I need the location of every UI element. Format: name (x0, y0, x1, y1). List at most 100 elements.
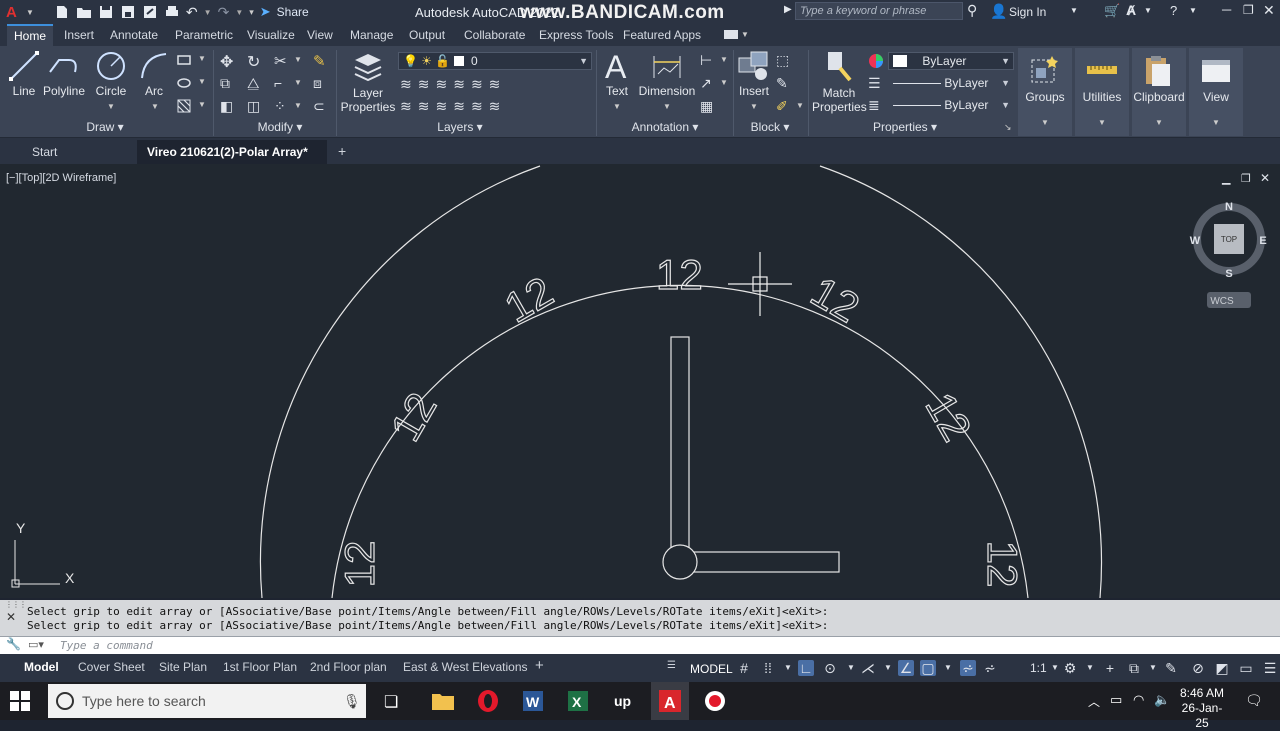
rotate-icon[interactable]: ↻ (247, 52, 263, 71)
help-dropdown-icon[interactable]: ▼ (1189, 6, 1197, 15)
color-dropdown[interactable]: ByLayer ▼ (888, 52, 1014, 70)
drawing-canvas[interactable]: [−][Top][2D Wireframe] ▁ ❐ ✕ 12 12 12 12… (0, 164, 1280, 598)
minimize-window-icon[interactable]: ─ (1222, 2, 1231, 17)
leader-icon[interactable]: ↗ (700, 75, 716, 91)
command-line[interactable]: 🔧 ▭▾ Type a command (0, 636, 1280, 654)
tab-parametric[interactable]: Parametric (168, 24, 240, 46)
taskbar-search-input[interactable]: Type here to search (48, 684, 366, 718)
hatch-icon[interactable] (176, 75, 192, 91)
layout-tab-1st-floor-plan[interactable]: 1st Floor Plan (216, 657, 304, 677)
tab-manage[interactable]: Manage (343, 24, 400, 46)
show-hidden-icons-icon[interactable]: ︿ (1088, 693, 1100, 710)
app-menu-chevron-icon[interactable]: ▼ (26, 8, 34, 17)
layer-tool-icon[interactable]: ≋ (400, 76, 412, 93)
layout-tab-cover-sheet[interactable]: Cover Sheet (71, 657, 152, 677)
model-space-button[interactable]: MODEL (690, 662, 733, 676)
wifi-icon[interactable]: ◠ (1133, 692, 1144, 708)
mirror-icon[interactable]: ⧋ (247, 75, 263, 91)
isodraft-icon[interactable]: ⋌ (860, 660, 876, 676)
ortho-icon[interactable]: ∟ (798, 660, 814, 676)
gradient-icon[interactable] (176, 98, 192, 114)
insert-dropdown-icon[interactable]: ▼ (750, 102, 758, 111)
search-icon[interactable]: ⚲ (967, 2, 977, 19)
object-snap-icon[interactable]: ▢ (920, 660, 936, 676)
network-status-icon[interactable]: ▭ (1110, 692, 1122, 708)
insert-block-button[interactable]: Insert (736, 50, 772, 98)
view-button[interactable]: View ▼ (1189, 48, 1243, 136)
workspace-dropdown-icon[interactable]: ▼ (1082, 660, 1098, 676)
polar-tracking-icon[interactable]: ⊙ (822, 660, 838, 676)
layout-tab-2nd-floor-plan[interactable]: 2nd Floor plan (303, 657, 394, 677)
snap-dropdown-icon[interactable]: ▼ (780, 660, 796, 676)
ribbon-toggle-icon[interactable] (724, 30, 738, 39)
sign-in-button[interactable]: Sign In (1009, 5, 1046, 19)
help-search-input[interactable]: Type a keyword or phrase (795, 2, 963, 20)
close-window-icon[interactable]: ✕ (1263, 2, 1275, 19)
tab-insert[interactable]: Insert (57, 24, 101, 46)
gradient-dropdown-icon[interactable]: ▼ (198, 100, 206, 109)
scale-icon[interactable]: ◫ (247, 98, 263, 114)
layer-tool-icon[interactable]: ≋ (489, 98, 501, 115)
line-button[interactable]: Line (6, 50, 42, 98)
lineweight-dropdown[interactable]: ByLayer ▼ (888, 74, 1014, 92)
draw-panel-label[interactable]: Draw ▾ (60, 120, 150, 136)
clipboard-button[interactable]: Clipboard ▼ (1132, 48, 1186, 136)
tab-view[interactable]: View (300, 24, 340, 46)
dimension-button[interactable]: Dimension (638, 50, 696, 98)
circle-button[interactable]: Circle (92, 50, 130, 98)
microphone-icon[interactable]: 🎙 (343, 693, 361, 710)
leader-dropdown-icon[interactable]: ▼ (720, 78, 728, 87)
microsoft-word-icon[interactable]: W (518, 686, 548, 716)
windows-start-icon[interactable] (10, 691, 30, 711)
fillet-icon[interactable]: ⌐ (274, 75, 290, 91)
a360-dropdown-icon[interactable]: ▼ (1144, 6, 1152, 15)
units-dropdown-icon[interactable]: ▼ (1145, 660, 1161, 676)
grid-icon[interactable]: # (736, 660, 752, 676)
tab-home[interactable]: Home (7, 24, 54, 46)
command-input[interactable]: Type a command (60, 639, 153, 652)
help-icon[interactable]: ? (1170, 3, 1177, 18)
fillet-dropdown-icon[interactable]: ▼ (294, 78, 302, 87)
layers-panel-label[interactable]: Layers ▾ (420, 120, 500, 136)
snap-icon[interactable]: ⁞⁞ (760, 660, 776, 676)
table-icon[interactable]: ▦ (700, 98, 716, 114)
linear-dimension-icon[interactable]: ⊢ (700, 52, 716, 68)
autocad-taskbar-button[interactable]: A (651, 682, 689, 720)
new-tab-icon[interactable]: + (338, 143, 346, 159)
customize-qat-icon[interactable]: ▾ (249, 7, 254, 18)
layer-tool-icon[interactable]: ≋ (435, 76, 447, 93)
tab-annotate[interactable]: Annotate (103, 24, 165, 46)
isodraft-dropdown-icon[interactable]: ▼ (880, 660, 896, 676)
layout-tabs-menu-icon[interactable]: ☰ (667, 660, 676, 671)
utilities-button[interactable]: Utilities ▼ (1075, 48, 1129, 136)
save-icon[interactable] (98, 5, 114, 19)
plot-icon[interactable] (164, 5, 180, 19)
layout-tab-east-west-elevations[interactable]: East & West Elevations (396, 657, 535, 677)
move-icon[interactable]: ✥ (220, 52, 236, 71)
redo-dropdown-icon[interactable]: ▼ (235, 8, 243, 17)
layer-properties-button[interactable]: Layer Properties (340, 50, 396, 114)
polar-dropdown-icon[interactable]: ▼ (843, 660, 859, 676)
signin-dropdown-icon[interactable]: ▼ (1070, 6, 1078, 15)
user-icon[interactable]: 👤 (990, 3, 1007, 20)
modify-panel-label[interactable]: Modify ▾ (230, 120, 330, 136)
properties-panel-label[interactable]: Properties ▾ (860, 120, 950, 136)
object-snap-dropdown-icon[interactable]: ▼ (940, 660, 956, 676)
expand-arrow-icon[interactable]: ▶ (784, 4, 792, 15)
layer-tool-icon[interactable]: ≋ (489, 76, 501, 93)
layout-tab-site-plan[interactable]: Site Plan (152, 657, 214, 677)
layer-tool-icon[interactable]: ≋ (435, 98, 447, 115)
undo-icon[interactable]: ↶ (186, 4, 198, 21)
circle-dropdown-icon[interactable]: ▼ (107, 102, 115, 111)
arc-dropdown-icon[interactable]: ▼ (151, 102, 159, 111)
undo-dropdown-icon[interactable]: ▼ (204, 8, 212, 17)
hatch-dropdown-icon[interactable]: ▼ (198, 77, 206, 86)
file-explorer-icon[interactable] (428, 686, 458, 716)
edit-attributes-icon[interactable]: ✐ (776, 98, 792, 114)
text-dropdown-icon[interactable]: ▼ (613, 102, 621, 111)
close-command-icon[interactable]: ✕ (6, 610, 16, 624)
auto-scale-icon[interactable]: ⩫ (982, 660, 998, 676)
groups-button[interactable]: Groups ▼ (1018, 48, 1072, 136)
properties-dialog-launcher-icon[interactable]: ↘ (1004, 122, 1012, 133)
annotation-scale[interactable]: 1:1 (1030, 661, 1047, 675)
